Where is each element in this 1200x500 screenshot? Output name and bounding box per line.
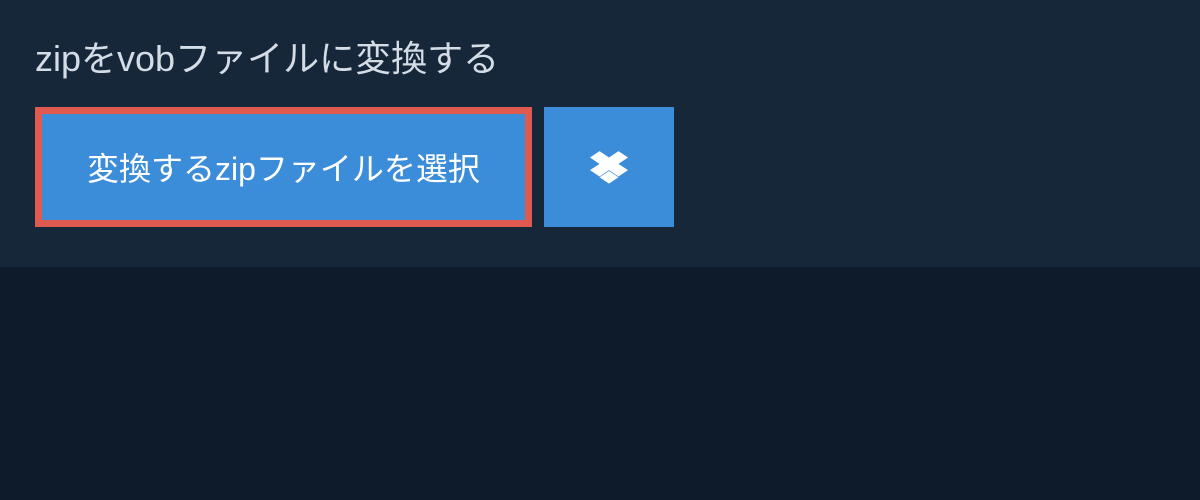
dropbox-icon: [590, 148, 628, 186]
select-file-button[interactable]: 変換するzipファイルを選択: [35, 107, 532, 227]
converter-panel: zipをvobファイルに変換する 変換するzipファイルを選択: [0, 0, 1200, 267]
select-file-label: 変換するzipファイルを選択: [87, 144, 480, 190]
header: zipをvobファイルに変換する: [0, 0, 534, 107]
dropbox-button[interactable]: [544, 107, 674, 227]
page-title: zipをvobファイルに変換する: [35, 30, 499, 82]
button-row: 変換するzipファイルを選択: [0, 107, 1200, 267]
